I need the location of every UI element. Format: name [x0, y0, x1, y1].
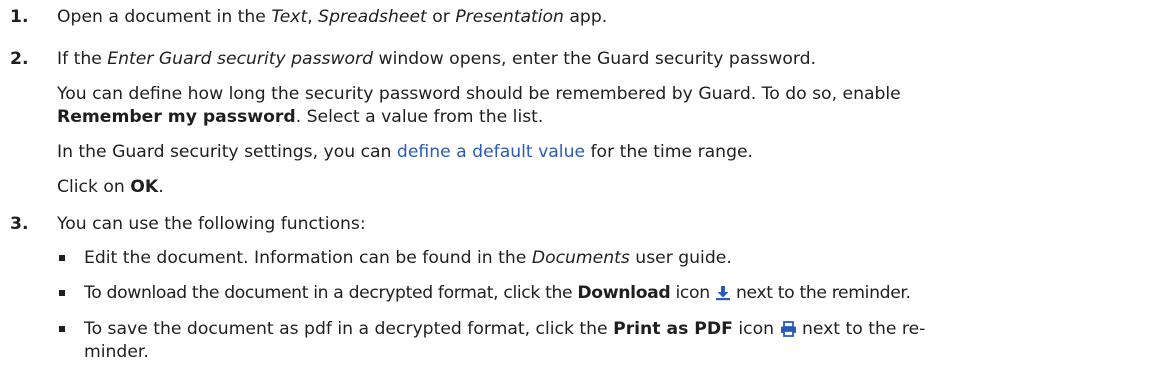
bullet-marker — [59, 326, 65, 332]
step-number: 2. — [10, 49, 29, 69]
bullet-item-edit: Edit the document. Information can be fo… — [84, 248, 732, 268]
print-icon[interactable] — [780, 320, 797, 344]
download-icon[interactable] — [715, 284, 731, 308]
bullet-item-print: To save the document as pdf in a decrypt… — [84, 317, 925, 344]
step-number: 1. — [10, 7, 29, 27]
document: 1. Open a document in the Text, Spreadsh… — [0, 0, 1156, 389]
step-3-intro: You can use the following functions: — [57, 214, 366, 234]
step-2-line-1: If the Enter Guard security password win… — [57, 49, 816, 69]
step-1-text: Open a document in the Text, Spreadsheet… — [57, 7, 608, 27]
bullet-marker — [59, 290, 65, 296]
default-value-link[interactable]: define a default value — [397, 142, 585, 162]
step-2-line-2: You can define how long the security pas… — [57, 84, 901, 104]
step-2-line-4: In the Guard security settings, you can … — [57, 142, 754, 162]
step-number: 3. — [10, 214, 29, 234]
bullet-item-download: To download the document in a decrypted … — [84, 281, 911, 308]
step-2-line-5: Click on OK. — [57, 177, 164, 197]
bullet-marker — [59, 255, 65, 261]
step-2-line-3: Remember my password. Select a value fro… — [57, 107, 544, 127]
bullet-item-print-continued: minder. — [84, 342, 149, 362]
